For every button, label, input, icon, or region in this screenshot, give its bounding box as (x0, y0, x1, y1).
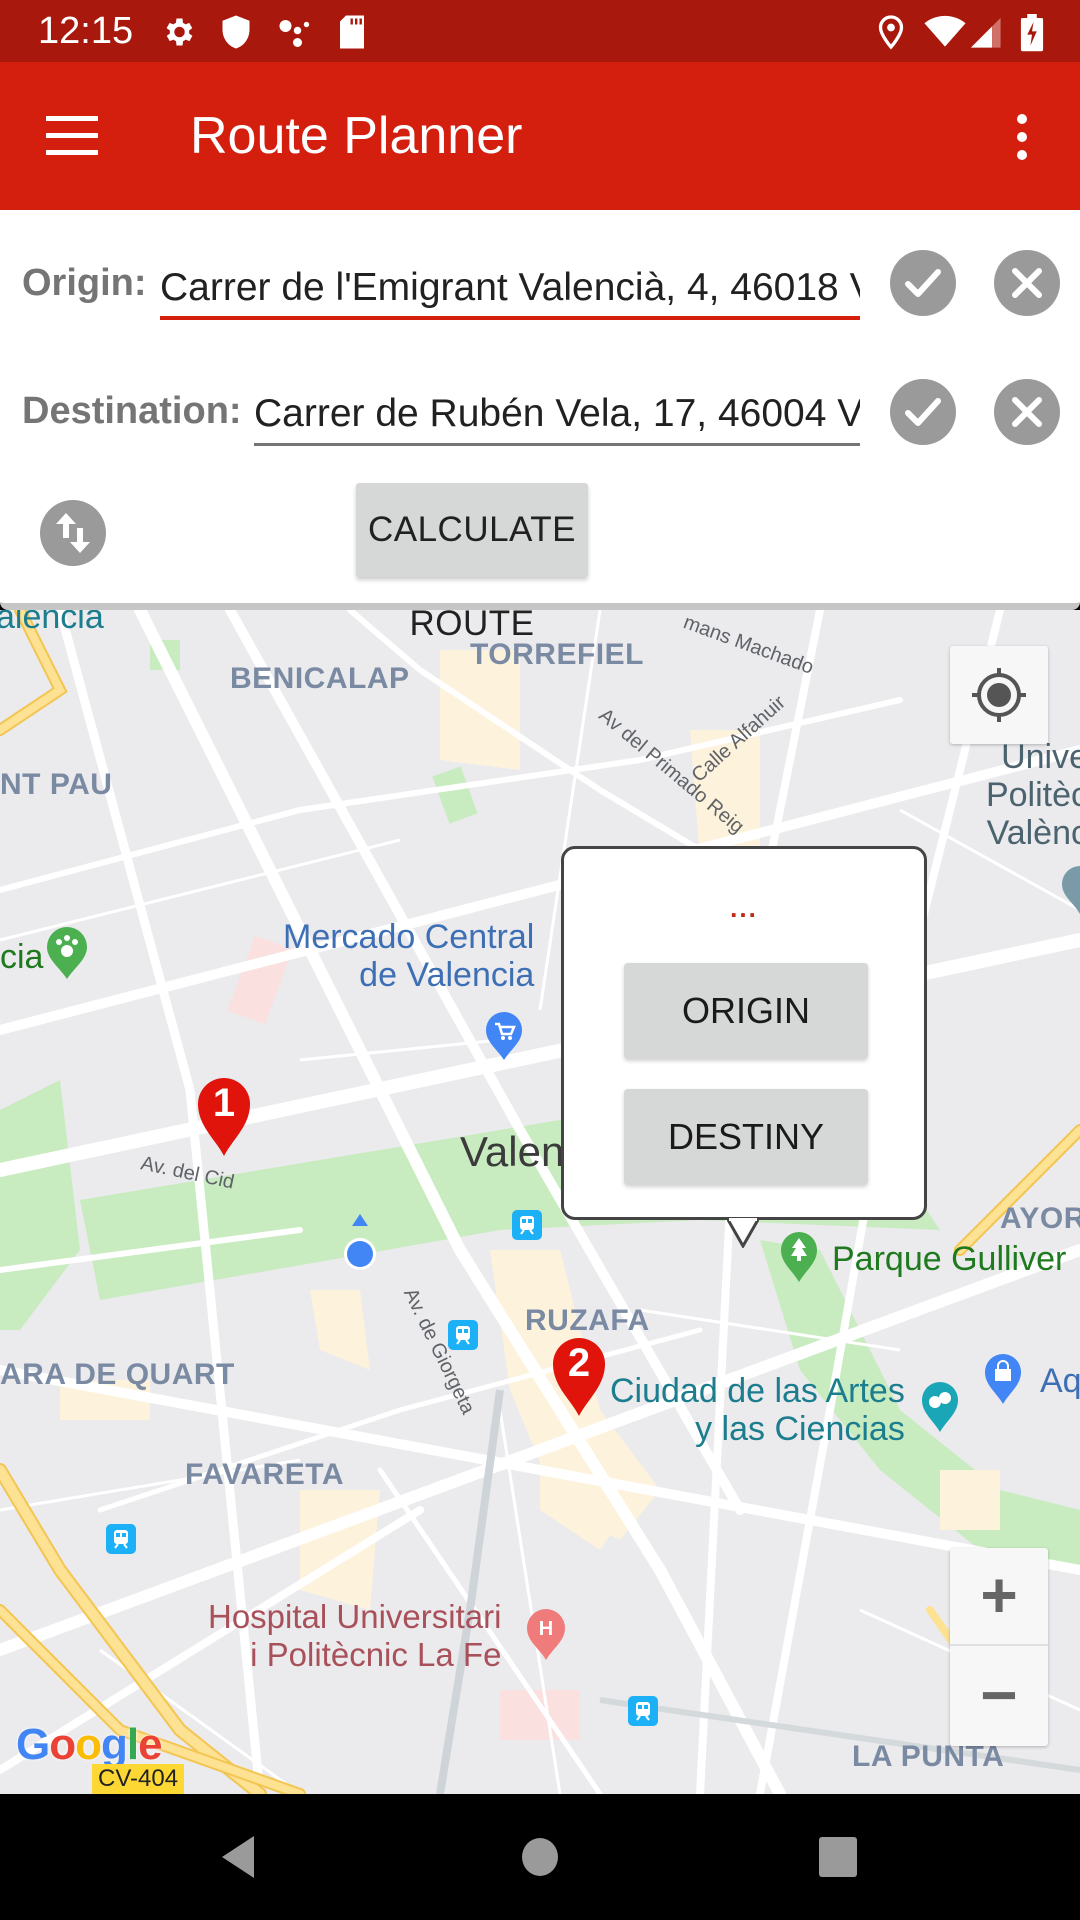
origin-marker[interactable]: 1 (196, 1076, 252, 1163)
svg-text:2: 2 (568, 1341, 590, 1385)
poi-label-hospital: Hospital Universitari i Politècnic La Fe (208, 1598, 502, 1673)
swap-button[interactable] (40, 500, 106, 566)
transit-station-icon[interactable] (512, 1210, 542, 1240)
cell-signal-icon (970, 17, 1001, 48)
svg-text:1: 1 (213, 1081, 235, 1125)
recents-square-icon[interactable] (818, 1834, 858, 1880)
transit-station-icon[interactable] (106, 1524, 136, 1554)
poi-label-mercado: Mercado Central de Valencia (283, 918, 535, 994)
city-label-valencia: Valen (460, 1128, 565, 1175)
poi-label-ciudad-artes: Ciudad de las Artes y las Ciencias (610, 1372, 905, 1448)
road-shield-cv404: CV-404 (92, 1764, 185, 1794)
hamburger-menu-icon[interactable] (46, 116, 98, 156)
marker-pin-icon: 2 (553, 1338, 605, 1416)
battery-charging-icon (1020, 14, 1044, 52)
district-label: BENICALAP (230, 662, 410, 695)
wifi-icon (924, 15, 966, 47)
google-attribution-logo: Google (16, 1720, 163, 1769)
close-icon (1012, 268, 1042, 298)
zoom-controls: + − (950, 1548, 1048, 1746)
back-triangle-icon[interactable] (218, 1834, 258, 1880)
poi-label-cia: cia (0, 938, 44, 976)
transit-station-icon[interactable] (628, 1696, 658, 1726)
route-form-panel: Origin: Carrer de l'Emigrant Valencià, 4… (0, 210, 1080, 643)
home-circle-icon[interactable] (520, 1836, 560, 1878)
poi-label-aq: Aq (1040, 1362, 1080, 1400)
set-origin-button[interactable]: ORIGIN (624, 963, 868, 1059)
settings-gear-icon (166, 18, 193, 46)
current-location-dot (344, 1214, 376, 1270)
check-icon (905, 398, 941, 426)
transit-station-icon[interactable] (448, 1320, 478, 1350)
origin-label: Origin: (22, 262, 147, 304)
status-time: 12:15 (38, 10, 134, 52)
my-location-crosshair-icon (972, 668, 1026, 722)
destination-clear-button[interactable] (994, 379, 1060, 445)
popup-tail (727, 1218, 759, 1248)
map-pin-icon[interactable] (1062, 866, 1080, 916)
poi-label-valencia: alencia (0, 610, 104, 636)
calculate-route-button[interactable]: CALCULATE ROUTE (356, 483, 588, 643)
set-destiny-button[interactable]: DESTINY (624, 1089, 868, 1185)
district-label: AYOR (1000, 1202, 1080, 1235)
sd-card-icon (340, 15, 364, 49)
shopping-bag-pin-icon[interactable] (983, 1352, 1023, 1406)
poi-label-university: Unive Politèc Valènc (985, 738, 1080, 852)
more-vert-icon[interactable] (1010, 114, 1034, 162)
location-pin-icon (878, 15, 904, 50)
app-title: Route Planner (190, 107, 523, 165)
district-label: RUZAFA (525, 1304, 650, 1337)
hospital-pin-icon[interactable]: H (525, 1606, 567, 1662)
app-bar: Route Planner (0, 62, 1080, 210)
destination-label: Destination: (22, 390, 242, 432)
marker-pin-icon: 1 (198, 1078, 250, 1156)
assistant-dots-icon (279, 20, 310, 47)
destination-marker[interactable]: 2 (551, 1336, 607, 1423)
theater-pin-icon[interactable] (920, 1380, 960, 1434)
pet-park-pin-icon[interactable] (45, 925, 89, 981)
shopping-cart-pin-icon[interactable] (484, 1010, 524, 1062)
district-label: FAVARETA (185, 1458, 344, 1491)
system-nav-bar (0, 1794, 1080, 1920)
my-location-button[interactable] (950, 646, 1048, 744)
shield-icon (222, 15, 250, 49)
marker-choice-popup: ... ORIGIN DESTINY (561, 846, 927, 1220)
zoom-in-button[interactable]: + (950, 1548, 1048, 1646)
origin-clear-button[interactable] (994, 250, 1060, 316)
popup-title: ... (730, 893, 758, 923)
district-label: ARA DE QUART (0, 1358, 235, 1391)
origin-input[interactable]: Carrer de l'Emigrant Valencià, 4, 46018 … (160, 260, 860, 320)
district-label: NT PAU (0, 768, 113, 801)
origin-confirm-button[interactable] (890, 250, 956, 316)
swap-vertical-icon (56, 513, 90, 553)
destination-confirm-button[interactable] (890, 379, 956, 445)
zoom-out-button[interactable]: − (950, 1648, 1048, 1746)
svg-text:H: H (539, 1618, 553, 1640)
poi-label-parque-gulliver: Parque Gulliver (832, 1240, 1067, 1278)
status-bar: 12:15 (0, 0, 1080, 62)
park-tree-pin-icon[interactable] (779, 1230, 819, 1284)
close-icon (1012, 397, 1042, 427)
check-icon (905, 269, 941, 297)
destination-input[interactable]: Carrer de Rubén Vela, 17, 46004 Va (254, 386, 860, 446)
